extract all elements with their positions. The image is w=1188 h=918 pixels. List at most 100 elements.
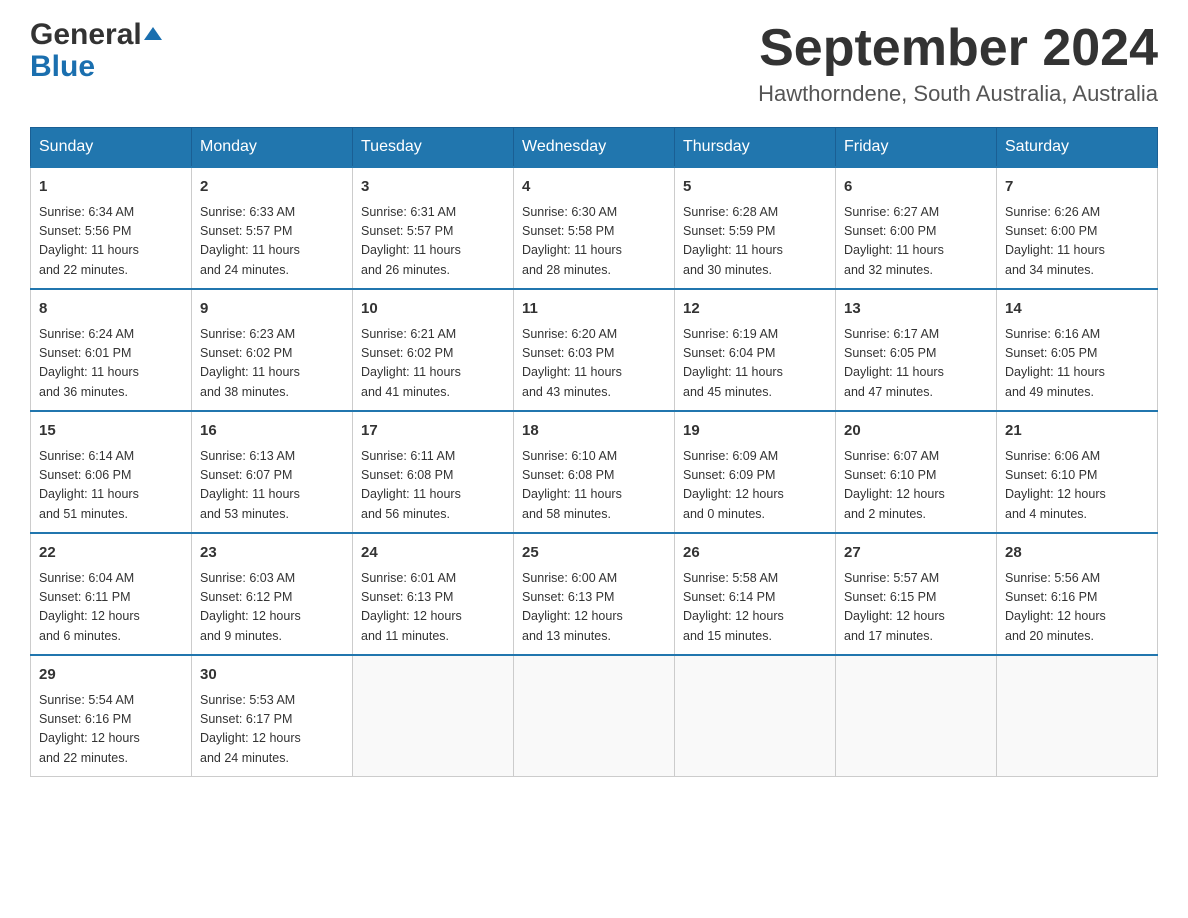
day-info: Sunrise: 6:04 AM Sunset: 6:11 PM Dayligh… [39,569,183,647]
calendar-cell: 26 Sunrise: 5:58 AM Sunset: 6:14 PM Dayli… [675,533,836,655]
day-number: 8 [39,298,183,321]
calendar-cell: 10 Sunrise: 6:21 AM Sunset: 6:02 PM Dayli… [353,289,514,411]
day-info: Sunrise: 6:34 AM Sunset: 5:56 PM Dayligh… [39,203,183,281]
day-number: 28 [1005,542,1149,565]
location-title: Hawthorndene, South Australia, Australia [758,81,1158,107]
day-info: Sunrise: 6:26 AM Sunset: 6:00 PM Dayligh… [1005,203,1149,281]
calendar-cell: 30Sunrise: 5:53 AM Sunset: 6:17 PM Dayli… [192,655,353,777]
calendar-cell [353,655,514,777]
day-info: Sunrise: 6:16 AM Sunset: 6:05 PM Dayligh… [1005,325,1149,403]
calendar-cell: 7 Sunrise: 6:26 AM Sunset: 6:00 PM Daylig… [997,167,1158,289]
col-saturday: Saturday [997,128,1158,168]
calendar-cell: 25 Sunrise: 6:00 AM Sunset: 6:13 PM Dayli… [514,533,675,655]
week-row-4: 22 Sunrise: 6:04 AM Sunset: 6:11 PM Dayli… [31,533,1158,655]
week-row-5: 29 Sunrise: 5:54 AM Sunset: 6:16 PM Dayli… [31,655,1158,777]
calendar-cell [997,655,1158,777]
day-number: 22 [39,542,183,565]
calendar-cell: 29 Sunrise: 5:54 AM Sunset: 6:16 PM Dayli… [31,655,192,777]
week-row-1: 1Sunrise: 6:34 AM Sunset: 5:56 PM Daylig… [31,167,1158,289]
day-info: Sunrise: 6:28 AM Sunset: 5:59 PM Dayligh… [683,203,827,281]
day-info: Sunrise: 6:07 AM Sunset: 6:10 PM Dayligh… [844,447,988,525]
calendar-cell: 3 Sunrise: 6:31 AM Sunset: 5:57 PM Daylig… [353,167,514,289]
day-info: Sunrise: 6:30 AM Sunset: 5:58 PM Dayligh… [522,203,666,281]
day-number: 6 [844,176,988,199]
day-info: Sunrise: 6:33 AM Sunset: 5:57 PM Dayligh… [200,203,344,281]
day-number: 16 [200,420,344,443]
day-number: 7 [1005,176,1149,199]
day-info: Sunrise: 6:01 AM Sunset: 6:13 PM Dayligh… [361,569,505,647]
month-title: September 2024 [758,20,1158,77]
calendar-cell: 13Sunrise: 6:17 AM Sunset: 6:05 PM Dayli… [836,289,997,411]
calendar-cell: 2Sunrise: 6:33 AM Sunset: 5:57 PM Daylig… [192,167,353,289]
col-tuesday: Tuesday [353,128,514,168]
calendar-cell: 19 Sunrise: 6:09 AM Sunset: 6:09 PM Dayli… [675,411,836,533]
day-info: Sunrise: 6:20 AM Sunset: 6:03 PM Dayligh… [522,325,666,403]
day-info: Sunrise: 6:03 AM Sunset: 6:12 PM Dayligh… [200,569,344,647]
calendar-cell [675,655,836,777]
day-number: 25 [522,542,666,565]
day-info: Sunrise: 5:53 AM Sunset: 6:17 PM Dayligh… [200,691,344,769]
day-info: Sunrise: 6:23 AM Sunset: 6:02 PM Dayligh… [200,325,344,403]
day-number: 4 [522,176,666,199]
day-info: Sunrise: 6:27 AM Sunset: 6:00 PM Dayligh… [844,203,988,281]
day-number: 5 [683,176,827,199]
day-number: 11 [522,298,666,321]
calendar-cell: 9 Sunrise: 6:23 AM Sunset: 6:02 PM Daylig… [192,289,353,411]
day-number: 27 [844,542,988,565]
day-info: Sunrise: 6:10 AM Sunset: 6:08 PM Dayligh… [522,447,666,525]
day-info: Sunrise: 5:58 AM Sunset: 6:14 PM Dayligh… [683,569,827,647]
calendar-cell: 28 Sunrise: 5:56 AM Sunset: 6:16 PM Dayli… [997,533,1158,655]
calendar-cell: 27 Sunrise: 5:57 AM Sunset: 6:15 PM Dayli… [836,533,997,655]
day-number: 10 [361,298,505,321]
calendar-cell: 6 Sunrise: 6:27 AM Sunset: 6:00 PM Daylig… [836,167,997,289]
day-info: Sunrise: 5:54 AM Sunset: 6:16 PM Dayligh… [39,691,183,769]
day-number: 21 [1005,420,1149,443]
day-info: Sunrise: 6:06 AM Sunset: 6:10 PM Dayligh… [1005,447,1149,525]
calendar-cell: 15 Sunrise: 6:14 AM Sunset: 6:06 PM Dayli… [31,411,192,533]
day-info: Sunrise: 6:14 AM Sunset: 6:06 PM Dayligh… [39,447,183,525]
week-row-3: 15 Sunrise: 6:14 AM Sunset: 6:06 PM Dayli… [31,411,1158,533]
day-info: Sunrise: 6:00 AM Sunset: 6:13 PM Dayligh… [522,569,666,647]
calendar-cell: 5 Sunrise: 6:28 AM Sunset: 5:59 PM Daylig… [675,167,836,289]
calendar-cell: 23 Sunrise: 6:03 AM Sunset: 6:12 PM Dayli… [192,533,353,655]
day-number: 14 [1005,298,1149,321]
day-number: 15 [39,420,183,443]
logo-blue: Blue [30,50,95,83]
day-info: Sunrise: 6:17 AM Sunset: 6:05 PM Dayligh… [844,325,988,403]
calendar-cell: 17 Sunrise: 6:11 AM Sunset: 6:08 PM Dayli… [353,411,514,533]
day-number: 12 [683,298,827,321]
col-sunday: Sunday [31,128,192,168]
calendar-cell: 20 Sunrise: 6:07 AM Sunset: 6:10 PM Dayli… [836,411,997,533]
day-number: 17 [361,420,505,443]
day-number: 3 [361,176,505,199]
calendar-cell: 22 Sunrise: 6:04 AM Sunset: 6:11 PM Dayli… [31,533,192,655]
day-info: Sunrise: 6:13 AM Sunset: 6:07 PM Dayligh… [200,447,344,525]
day-info: Sunrise: 6:24 AM Sunset: 6:01 PM Dayligh… [39,325,183,403]
title-area: September 2024 Hawthorndene, South Austr… [758,20,1158,107]
col-monday: Monday [192,128,353,168]
day-info: Sunrise: 5:56 AM Sunset: 6:16 PM Dayligh… [1005,569,1149,647]
calendar-cell [514,655,675,777]
day-number: 26 [683,542,827,565]
calendar-table: Sunday Monday Tuesday Wednesday Thursday… [30,127,1158,777]
calendar-cell: 12 Sunrise: 6:19 AM Sunset: 6:04 PM Dayli… [675,289,836,411]
day-number: 19 [683,420,827,443]
calendar-cell: 14 Sunrise: 6:16 AM Sunset: 6:05 PM Dayli… [997,289,1158,411]
day-info: Sunrise: 6:19 AM Sunset: 6:04 PM Dayligh… [683,325,827,403]
col-thursday: Thursday [675,128,836,168]
day-info: Sunrise: 6:31 AM Sunset: 5:57 PM Dayligh… [361,203,505,281]
day-number: 23 [200,542,344,565]
day-number: 18 [522,420,666,443]
col-wednesday: Wednesday [514,128,675,168]
day-number: 20 [844,420,988,443]
week-row-2: 8 Sunrise: 6:24 AM Sunset: 6:01 PM Daylig… [31,289,1158,411]
logo-area: General Blue [30,20,162,83]
day-info: Sunrise: 6:09 AM Sunset: 6:09 PM Dayligh… [683,447,827,525]
day-number: 24 [361,542,505,565]
day-number: 29 [39,664,183,687]
day-info: Sunrise: 6:21 AM Sunset: 6:02 PM Dayligh… [361,325,505,403]
day-info: Sunrise: 6:11 AM Sunset: 6:08 PM Dayligh… [361,447,505,525]
logo-general: General [30,18,142,51]
day-info: Sunrise: 5:57 AM Sunset: 6:15 PM Dayligh… [844,569,988,647]
day-number: 9 [200,298,344,321]
